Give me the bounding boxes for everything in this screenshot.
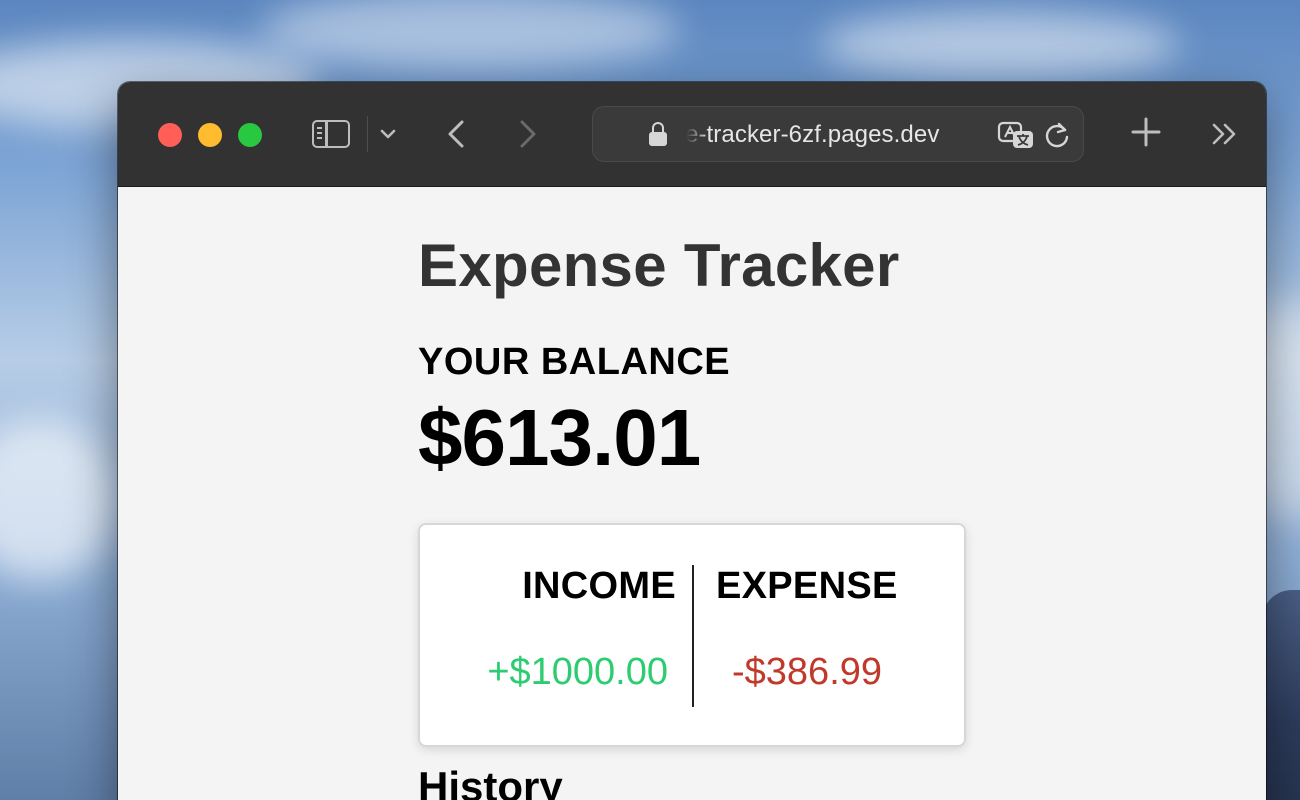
minimize-window-button[interactable] <box>198 123 222 147</box>
income-value: +$1000.00 <box>487 651 668 693</box>
lock-icon <box>649 122 667 146</box>
balance-value: $613.01 <box>418 393 701 482</box>
expense-column: EXPENSE -$386.99 <box>694 525 966 745</box>
background-cloud <box>0 420 120 580</box>
zoom-window-button[interactable] <box>238 123 262 147</box>
expense-value: -$386.99 <box>732 651 883 693</box>
translate-icon[interactable] <box>997 121 1035 151</box>
browser-toolbar: e-tracker-6zf.pages.dev <box>118 82 1266 187</box>
url-text[interactable]: e-tracker-6zf.pages.dev <box>685 121 939 149</box>
forward-button[interactable] <box>510 115 546 153</box>
page-title: Expense Tracker <box>418 232 900 299</box>
expense-label: EXPENSE <box>716 565 898 607</box>
income-expense-card: INCOME +$1000.00 EXPENSE -$386.99 <box>418 523 966 747</box>
url-fade <box>681 117 709 153</box>
background-cloud <box>260 0 680 70</box>
background-cloud <box>820 10 1180 80</box>
reload-icon[interactable] <box>1041 119 1073 151</box>
browser-window: e-tracker-6zf.pages.dev Expense Tracker … <box>118 82 1266 800</box>
close-window-button[interactable] <box>158 123 182 147</box>
toolbar-separator <box>367 116 368 152</box>
chevron-down-icon[interactable] <box>376 120 400 148</box>
plus-icon[interactable] <box>1128 114 1164 150</box>
chevron-left-icon <box>448 120 464 148</box>
background-mountain <box>1262 590 1300 800</box>
address-bar[interactable]: e-tracker-6zf.pages.dev <box>592 106 1084 162</box>
back-button[interactable] <box>438 115 474 153</box>
chevron-right-icon <box>520 120 536 148</box>
history-heading: History <box>418 763 563 800</box>
double-chevron-right-icon[interactable] <box>1208 118 1242 150</box>
sidebar-icon[interactable] <box>310 118 352 150</box>
income-label: INCOME <box>522 565 676 607</box>
balance-label: YOUR BALANCE <box>418 341 731 383</box>
income-column: INCOME +$1000.00 <box>420 525 692 745</box>
page-content: Expense Tracker YOUR BALANCE $613.01 INC… <box>118 187 1266 800</box>
